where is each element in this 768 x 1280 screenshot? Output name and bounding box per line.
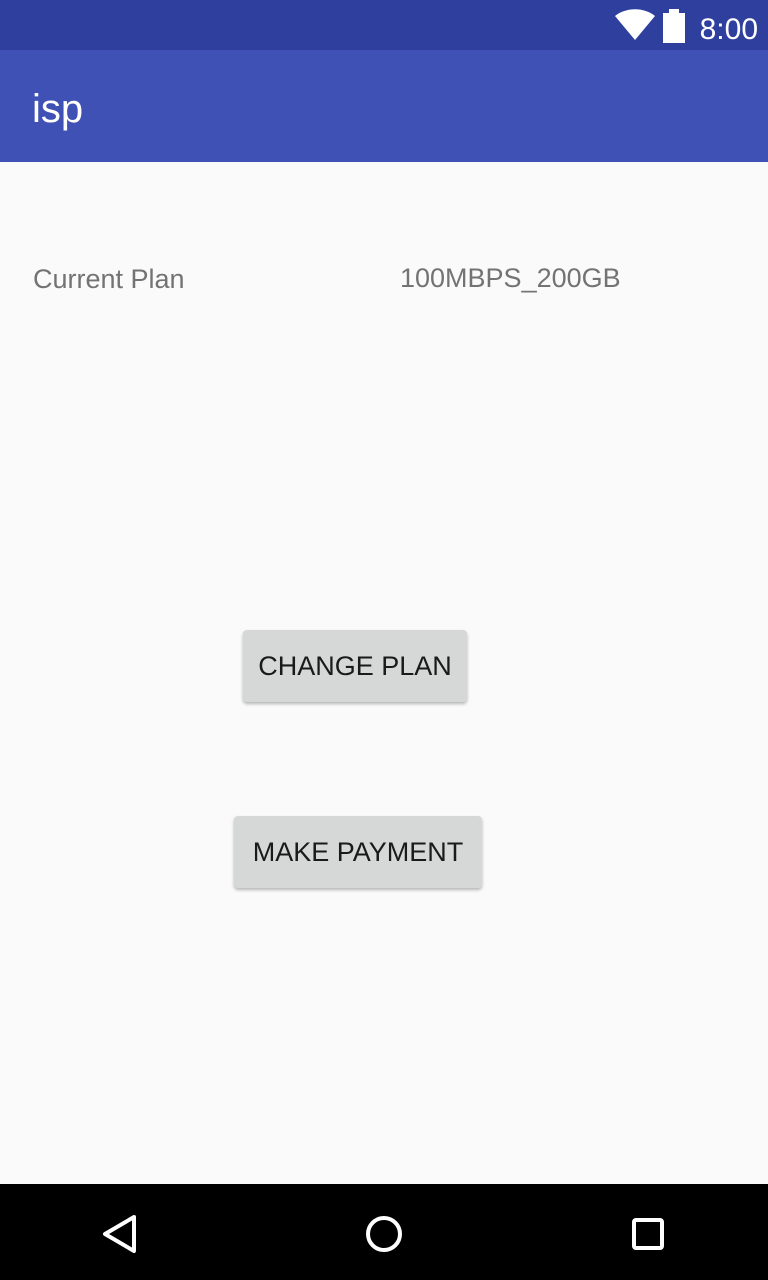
change-plan-button[interactable]: CHANGE PLAN bbox=[243, 630, 467, 702]
app-bar: isp bbox=[0, 50, 768, 162]
wifi-icon bbox=[615, 9, 655, 40]
app-title: isp bbox=[32, 87, 84, 131]
navigation-bar bbox=[0, 1184, 768, 1280]
main-content: Current Plan 100MBPS_200GB CHANGE PLAN M… bbox=[0, 162, 768, 1184]
battery-icon bbox=[663, 9, 685, 43]
make-payment-button[interactable]: MAKE PAYMENT bbox=[234, 816, 482, 888]
home-icon[interactable] bbox=[364, 1214, 404, 1254]
status-time: 8:00 bbox=[699, 13, 758, 46]
status-bar: 8:00 bbox=[0, 0, 768, 50]
back-icon[interactable] bbox=[100, 1214, 140, 1254]
recent-apps-icon[interactable] bbox=[628, 1214, 668, 1254]
current-plan-label: Current Plan bbox=[33, 264, 185, 294]
current-plan-value: 100MBPS_200GB bbox=[400, 263, 621, 293]
